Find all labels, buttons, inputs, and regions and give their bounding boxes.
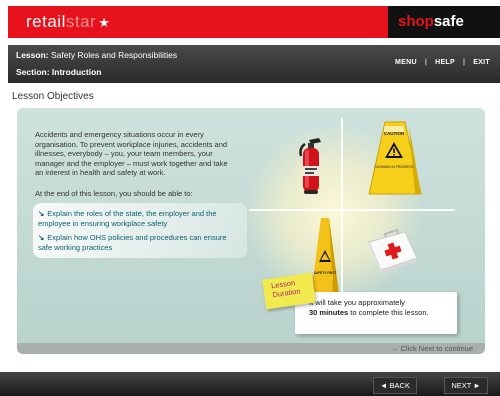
top-nav: MENU | HELP | EXIT (395, 59, 490, 66)
help-button[interactable]: HELP (435, 59, 455, 66)
arrow-icon: ↘ (38, 209, 45, 218)
content-panel: Accidents and emergency situations occur… (17, 108, 485, 354)
caution-sign-icon: CAUTION CLEANING IN PROGRESS (368, 121, 422, 195)
fire-extinguisher-icon (299, 138, 321, 194)
retailstar-logo: retailstar ★ (26, 12, 111, 31)
first-aid-kit-icon (368, 228, 418, 274)
objectives-intro: At the end of this lesson, you should be… (35, 189, 193, 198)
objective-item: ↘ Explain how OHS policies and procedures… (38, 233, 227, 252)
lesson-bar: Lesson: Safety Roles and Responsibilitie… (8, 45, 500, 83)
shopsafe-logo: shopsafe (398, 13, 464, 30)
instruction-strip: → Click Next to continue (17, 343, 485, 354)
duration-text: It will take you approximately 30 minute… (309, 298, 429, 317)
exit-button[interactable]: EXIT (473, 59, 490, 66)
svg-text:CLEANING IN PROGRESS: CLEANING IN PROGRESS (374, 165, 413, 169)
svg-text:SAFETY FIRST: SAFETY FIRST (314, 271, 337, 275)
sticky-label: Lesson Duration (270, 278, 302, 300)
menu-button[interactable]: MENU (395, 59, 417, 66)
divider-horizontal (249, 209, 455, 211)
nav-divider: | (462, 59, 466, 66)
back-button[interactable]: ◄ BACK (373, 377, 417, 394)
star-icon: ★ (98, 15, 111, 30)
section-title: Section: Introduction (16, 67, 102, 77)
objective-item: ↘ Explain the roles of the state, the emp… (38, 209, 217, 228)
brand-banner: retailstar ★ (8, 6, 388, 38)
page-title: Lesson Objectives (12, 91, 94, 102)
top-header: retailstar ★ shopsafe (0, 0, 500, 38)
bottom-nav-bar: ◄ BACK NEXT ► (0, 372, 500, 396)
duration-box: It will take you approximately 30 minute… (295, 292, 457, 334)
objectives-box: ↘ Explain the roles of the state, the emp… (33, 203, 247, 258)
shopsafe-banner: shopsafe (388, 6, 500, 38)
click-next-hint: → Click Next to continue (390, 344, 473, 353)
arrow-icon: ↘ (38, 233, 45, 242)
intro-paragraph: Accidents and emergency situations occur… (35, 130, 228, 177)
next-button[interactable]: NEXT ► (444, 377, 488, 394)
svg-text:CAUTION: CAUTION (384, 131, 405, 136)
lesson-title: Lesson: Safety Roles and Responsibilitie… (16, 50, 178, 60)
nav-divider: | (424, 59, 428, 66)
